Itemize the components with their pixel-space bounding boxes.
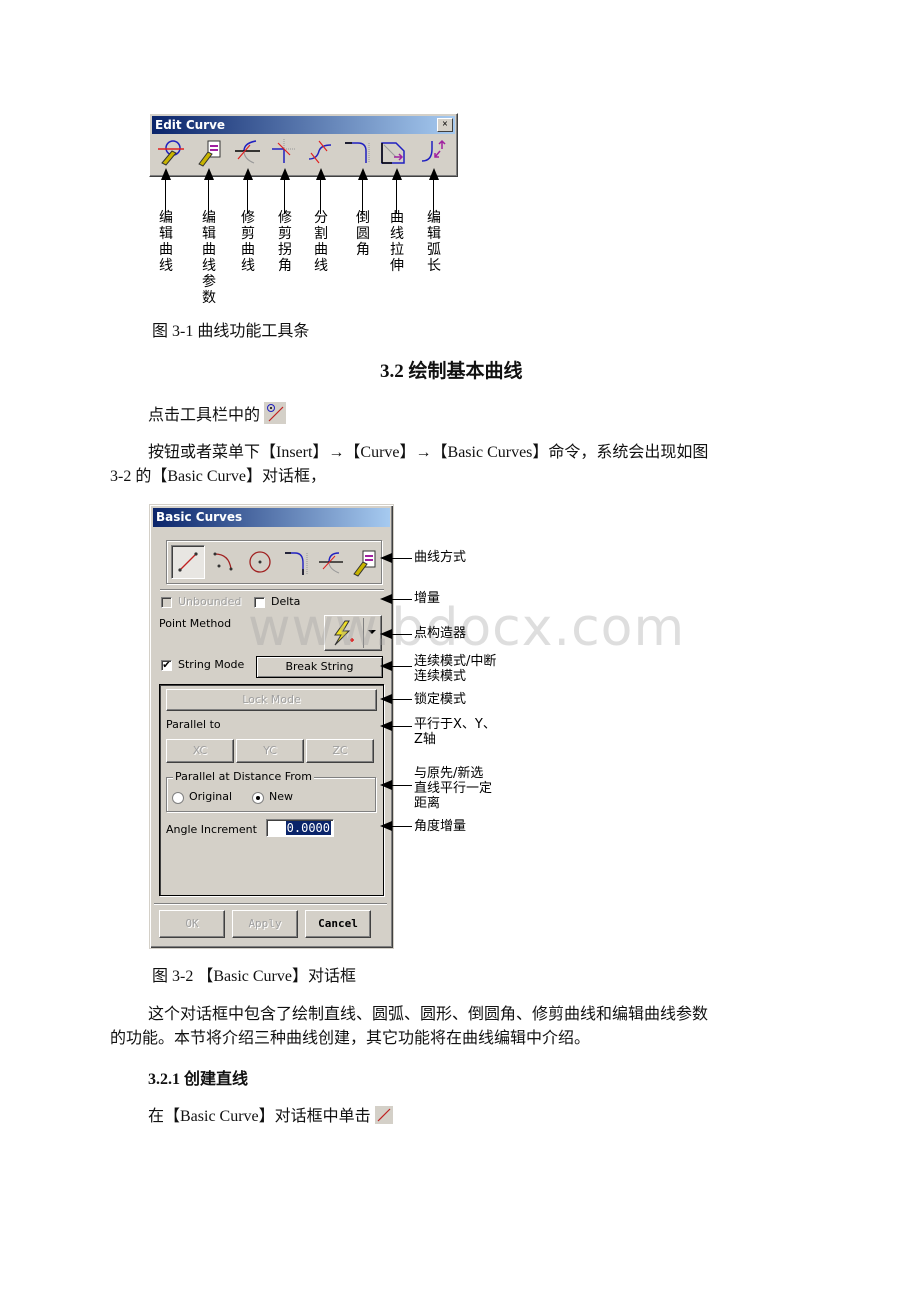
separator: [160, 589, 384, 591]
divide-curve-icon[interactable]: [305, 137, 335, 167]
tool-label: 曲线拉伸: [390, 210, 404, 274]
paragraph-1: 点击工具栏中的: [148, 402, 287, 427]
unbounded-label: Unbounded: [178, 595, 242, 608]
line-button[interactable]: [171, 545, 205, 579]
paragraph-1-text: 点击工具栏中的: [148, 407, 261, 424]
edit-curve-parameters-icon[interactable]: [349, 547, 379, 577]
figure-3-1-caption: 图 3-1 曲线功能工具条: [152, 323, 310, 340]
paragraph-2-line2: 3-2 的【Basic Curve】对话框，: [110, 468, 326, 485]
annotation-parallel-distance: 与原先/新选 直线平行一定 距离: [414, 766, 493, 811]
paragraph-3-line1: 这个对话框中包含了绘制直线、圆弧、圆形、倒圆角、修剪曲线和编辑曲线参数: [148, 1006, 709, 1023]
angle-increment-field[interactable]: 0.0000: [266, 819, 334, 837]
cancel-button[interactable]: Cancel: [305, 910, 371, 938]
options-panel: Lock Mode Parallel to XC YC ZC Parallel …: [159, 684, 384, 896]
annotation-curve-type: 曲线方式: [414, 550, 467, 565]
parallel-to-label: Parallel to: [166, 718, 221, 731]
arc-icon[interactable]: [209, 547, 239, 577]
edit-arc-length-icon[interactable]: [418, 137, 448, 167]
parallel-distance-group: Parallel at Distance From Original New: [166, 770, 376, 812]
close-icon[interactable]: ×: [437, 118, 453, 132]
yc-button[interactable]: YC: [236, 739, 304, 763]
tool-label: 修剪曲线: [241, 210, 255, 274]
tool-label: 编辑曲线: [159, 210, 173, 274]
apply-button[interactable]: Apply: [232, 910, 298, 938]
circle-icon[interactable]: [245, 547, 275, 577]
break-string-button[interactable]: Break String: [256, 656, 383, 678]
angle-increment-value: 0.0000: [285, 821, 331, 835]
annotation-lock-mode: 锁定模式: [414, 692, 467, 707]
string-mode-checkbox[interactable]: ✔: [161, 660, 172, 671]
trim-icon[interactable]: [315, 547, 345, 577]
trim-corner-icon[interactable]: [268, 137, 298, 167]
annotation-angle-increment: 角度增量: [414, 819, 467, 834]
tool-label: 分割曲线: [314, 210, 328, 274]
annotation-string-mode: 连续模式/中断 连续模式: [414, 654, 497, 684]
dialog-title: Basic Curves: [153, 508, 390, 527]
separator: [154, 903, 387, 905]
parallel-distance-group-label: Parallel at Distance From: [173, 770, 314, 783]
paragraph-4: 在【Basic Curve】对话框中单击: [148, 1106, 393, 1128]
new-radio[interactable]: [252, 792, 264, 804]
line-icon: [374, 1106, 393, 1124]
paragraph-4-text: 在【Basic Curve】对话框中单击: [148, 1108, 371, 1125]
edit-curve-parameters-icon[interactable]: [194, 137, 224, 167]
angle-increment-label: Angle Increment: [166, 823, 257, 836]
original-radio[interactable]: [172, 792, 184, 804]
new-label: New: [269, 790, 293, 803]
point-method-label: Point Method: [159, 617, 232, 630]
ok-button[interactable]: OK: [159, 910, 225, 938]
tool-label: 编辑弧长: [427, 210, 441, 274]
tool-label: 编辑曲线参数: [202, 210, 216, 306]
toolbar-title: Edit Curve: [152, 116, 455, 134]
watermark: www.bdocx.com: [248, 598, 686, 658]
original-label: Original: [189, 790, 233, 803]
zc-button[interactable]: ZC: [306, 739, 374, 763]
string-mode-label: String Mode: [178, 658, 245, 671]
subsection-heading: 3.2.1 创建直线: [148, 1071, 249, 1088]
paragraph-2-line1: 按钮或者菜单下【Insert】→【Curve】→【Basic Curves】命令…: [148, 444, 709, 461]
annotation-point-constructor: 点构造器: [414, 626, 467, 641]
fillet-icon[interactable]: [281, 547, 311, 577]
curve-stretch-icon[interactable]: [378, 137, 408, 167]
line-icon: [178, 552, 198, 572]
edit-curve-toolbar: Edit Curve ×: [149, 113, 458, 177]
unbounded-checkbox[interactable]: [161, 597, 172, 608]
section-heading: 3.2 绘制基本曲线: [380, 361, 523, 382]
curve-type-group: [166, 540, 382, 584]
basic-curves-dialog: Basic Curves Unbounded Delta Point Metho…: [149, 504, 394, 949]
xc-button[interactable]: XC: [166, 739, 234, 763]
tool-label: 修剪拐角: [278, 210, 292, 274]
trim-curve-icon[interactable]: [232, 137, 262, 167]
basic-curves-icon: [264, 402, 287, 424]
figure-3-2-caption: 图 3-2 【Basic Curve】对话框: [152, 968, 356, 985]
annotation-parallel-to: 平行于X、Y、 Z轴: [414, 717, 496, 747]
fillet-icon[interactable]: [342, 137, 372, 167]
paragraph-3-line2: 的功能。本节将介绍三种曲线创建，其它功能将在曲线编辑中介绍。: [110, 1030, 591, 1047]
annotation-delta: 增量: [414, 591, 441, 606]
tool-label: 倒圆角: [356, 210, 370, 258]
edit-curve-icon[interactable]: [156, 137, 186, 167]
lock-mode-button[interactable]: Lock Mode: [166, 689, 377, 711]
